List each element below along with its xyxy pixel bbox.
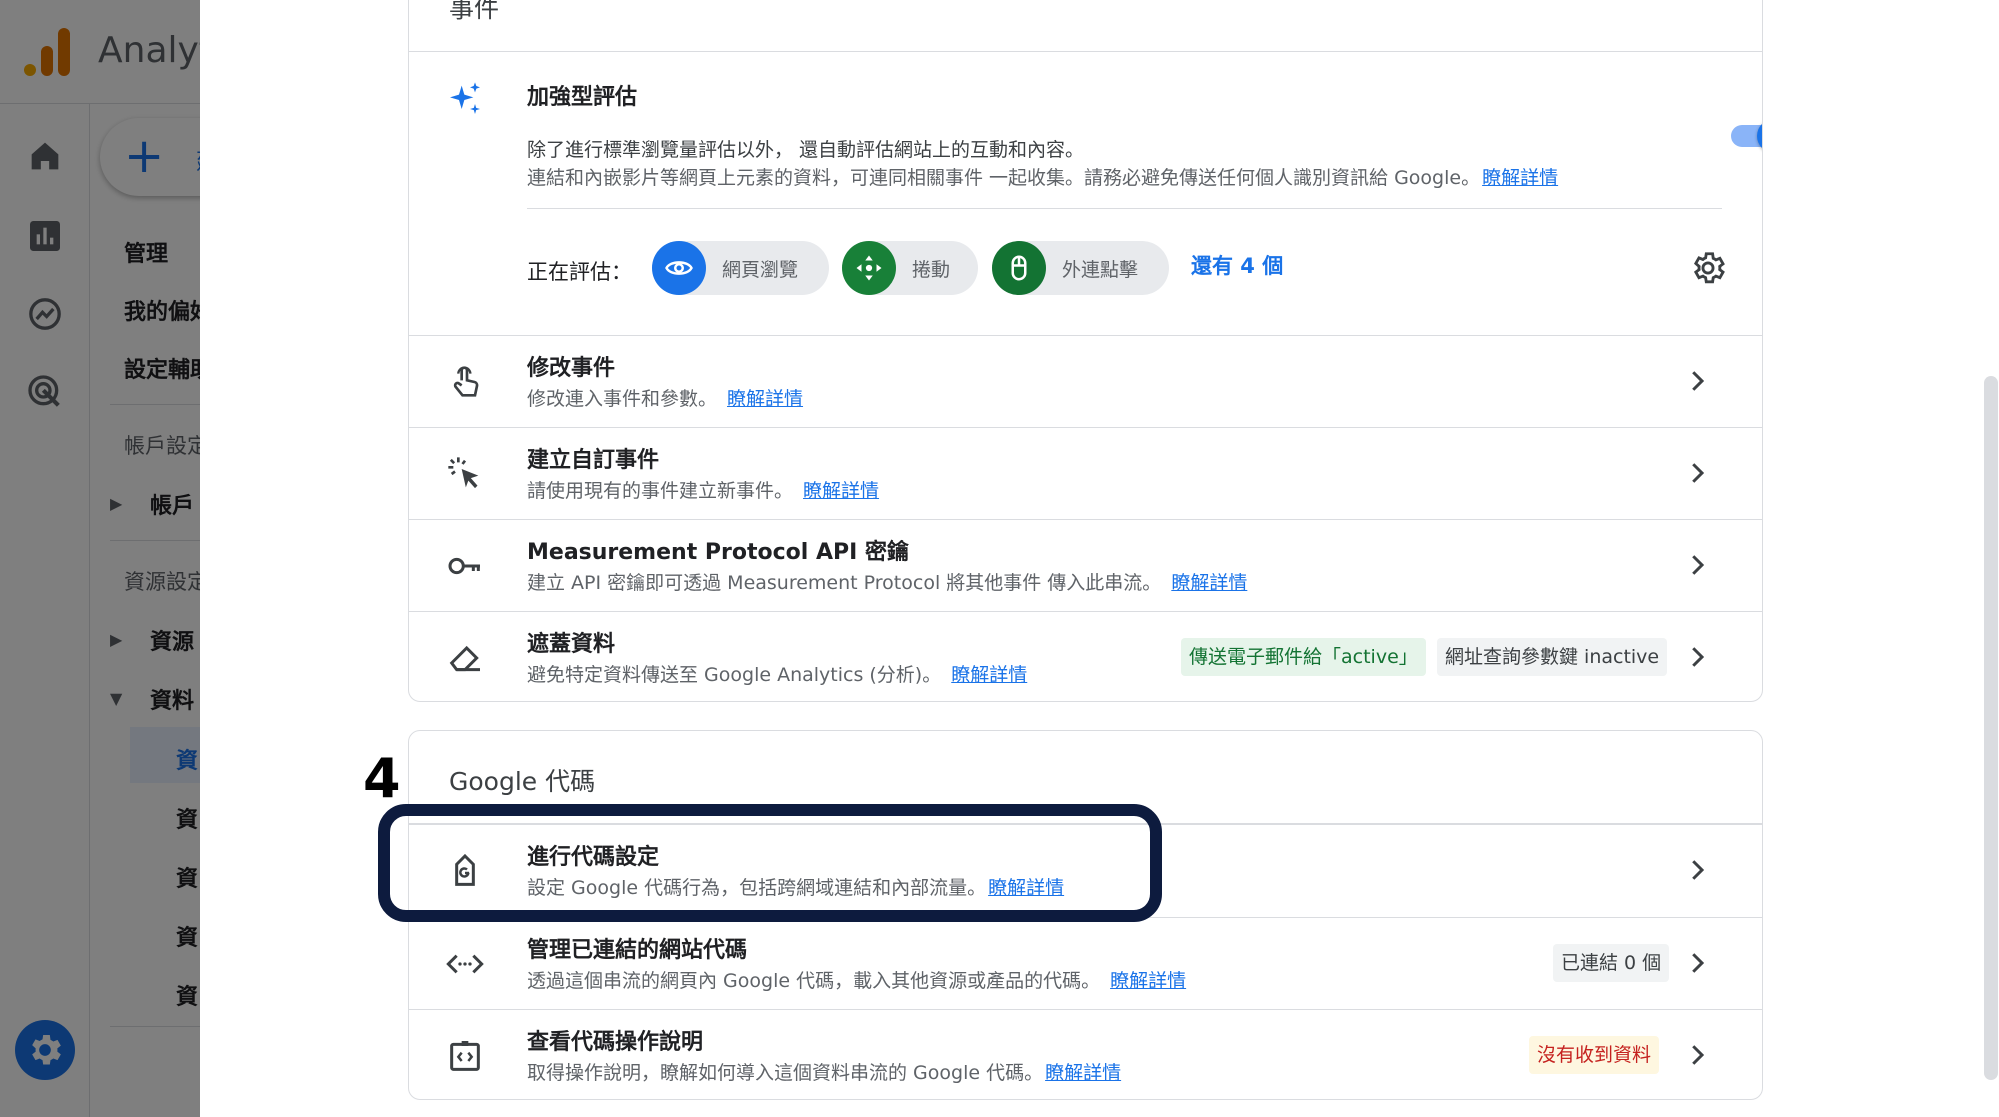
touch-icon [445, 362, 485, 402]
enhanced-measurement-desc: 除了進行標準瀏覽量評估以外， 還自動評估網站上的互動和內容。 [527, 139, 1085, 161]
learn-more-link[interactable]: 瞭解詳情 [1045, 1062, 1121, 1084]
scrollbar-thumb[interactable] [1984, 376, 1998, 1080]
code-box-icon [445, 1036, 485, 1076]
measuring-pill-page-views: 網頁瀏覽 [652, 241, 829, 295]
chevron-right-icon [1682, 366, 1712, 396]
measuring-pill-scrolls: 捲動 [842, 241, 978, 295]
mouse-icon [992, 241, 1046, 295]
chevron-right-icon [1682, 642, 1712, 672]
settings-gear-icon[interactable] [1689, 249, 1727, 287]
row-desc: 建立 API 密鑰即可透過 Measurement Protocol 將其他事件… [527, 572, 1248, 594]
measurement-protocol-row[interactable]: Measurement Protocol API 密鑰 建立 API 密鑰即可透… [409, 519, 1762, 611]
click-sparkle-icon [445, 454, 485, 494]
events-card: 事件 加強型評估 除了進行標準瀏覽量評估以外， 還自動評估網站上的互動和內容。 … [408, 0, 1763, 702]
eraser-icon [445, 638, 485, 678]
row-title: Measurement Protocol API 密鑰 [527, 540, 909, 565]
scroll-arrows-icon [842, 241, 896, 295]
chevron-right-icon [1682, 855, 1712, 885]
measuring-label: 正在評估： [527, 260, 632, 284]
learn-more-link[interactable]: 瞭解詳情 [951, 664, 1027, 686]
row-title: 管理已連結的網站代碼 [527, 938, 748, 963]
measuring-pill-outbound-clicks: 外連點擊 [992, 241, 1169, 295]
row-desc: 取得操作說明，瞭解如何導入這個資料串流的 Google 代碼。 瞭解詳情 [527, 1062, 1122, 1084]
key-icon [445, 546, 485, 586]
more-measured-link[interactable]: 還有 4 個 [1191, 250, 1283, 280]
chevron-right-icon [1682, 948, 1712, 978]
enhanced-measurement-toggle[interactable] [1731, 119, 1762, 153]
enhanced-measurement-desc-2: 連結和內嵌影片等網頁上元素的資料，可連同相關事件 一起收集。請務必避免傳送任何個… [527, 167, 1559, 189]
row-title: 查看代碼操作說明 [527, 1030, 704, 1055]
view-tag-instructions-row[interactable]: 查看代碼操作說明 取得操作說明，瞭解如何導入這個資料串流的 Google 代碼。… [409, 1009, 1762, 1099]
sparkle-icon [445, 79, 485, 119]
stream-details-drawer: 事件 加強型評估 除了進行標準瀏覽量評估以外， 還自動評估網站上的互動和內容。 … [200, 0, 1999, 1117]
google-tag-heading: Google 代碼 [449, 767, 596, 796]
chevron-right-icon [1682, 550, 1712, 580]
status-badge-query-param: 網址查詢參數鍵 inactive [1437, 638, 1668, 676]
no-data-badge: 沒有收到資料 [1529, 1036, 1660, 1074]
events-heading: 事件 [449, 0, 500, 23]
row-desc: 透過這個串流的網頁內 Google 代碼，載入其他資源或產品的代碼。 瞭解詳情 [527, 970, 1187, 992]
row-title: 修改事件 [527, 356, 616, 381]
highlight-annotation-box [378, 804, 1162, 922]
enhanced-measurement-title: 加強型評估 [527, 85, 638, 110]
learn-more-link[interactable]: 瞭解詳情 [1110, 970, 1186, 992]
manage-connected-tags-row[interactable]: 管理已連結的網站代碼 透過這個串流的網頁內 Google 代碼，載入其他資源或產… [409, 917, 1762, 1009]
row-title: 遮蓋資料 [527, 632, 616, 657]
connected-count-badge: 已連結 0 個 [1553, 944, 1670, 982]
code-arrows-icon [445, 944, 485, 984]
chevron-right-icon [1682, 458, 1712, 488]
learn-more-link[interactable]: 瞭解詳情 [803, 480, 879, 502]
create-custom-events-row[interactable]: 建立自訂事件 請使用現有的事件建立新事件。 瞭解詳情 [409, 427, 1762, 519]
chevron-right-icon [1682, 1040, 1712, 1070]
row-desc: 請使用現有的事件建立新事件。 瞭解詳情 [527, 480, 880, 502]
redact-data-row[interactable]: 遮蓋資料 避免特定資料傳送至 Google Analytics (分析)。 瞭解詳… [409, 611, 1762, 701]
learn-more-link[interactable]: 瞭解詳情 [1482, 167, 1558, 189]
row-desc: 修改連入事件和參數。 瞭解詳情 [527, 388, 804, 410]
step-number-annotation: 4 [363, 747, 401, 810]
modify-events-row[interactable]: 修改事件 修改連入事件和參數。 瞭解詳情 [409, 335, 1762, 427]
learn-more-link[interactable]: 瞭解詳情 [727, 388, 803, 410]
status-badge-email: 傳送電子郵件給「active」 [1181, 638, 1426, 676]
row-title: 建立自訂事件 [527, 448, 660, 473]
learn-more-link[interactable]: 瞭解詳情 [1171, 572, 1247, 594]
row-desc: 避免特定資料傳送至 Google Analytics (分析)。 瞭解詳情 [527, 664, 1028, 686]
events-card-header: 事件 [409, 0, 1762, 52]
eye-icon [652, 241, 706, 295]
